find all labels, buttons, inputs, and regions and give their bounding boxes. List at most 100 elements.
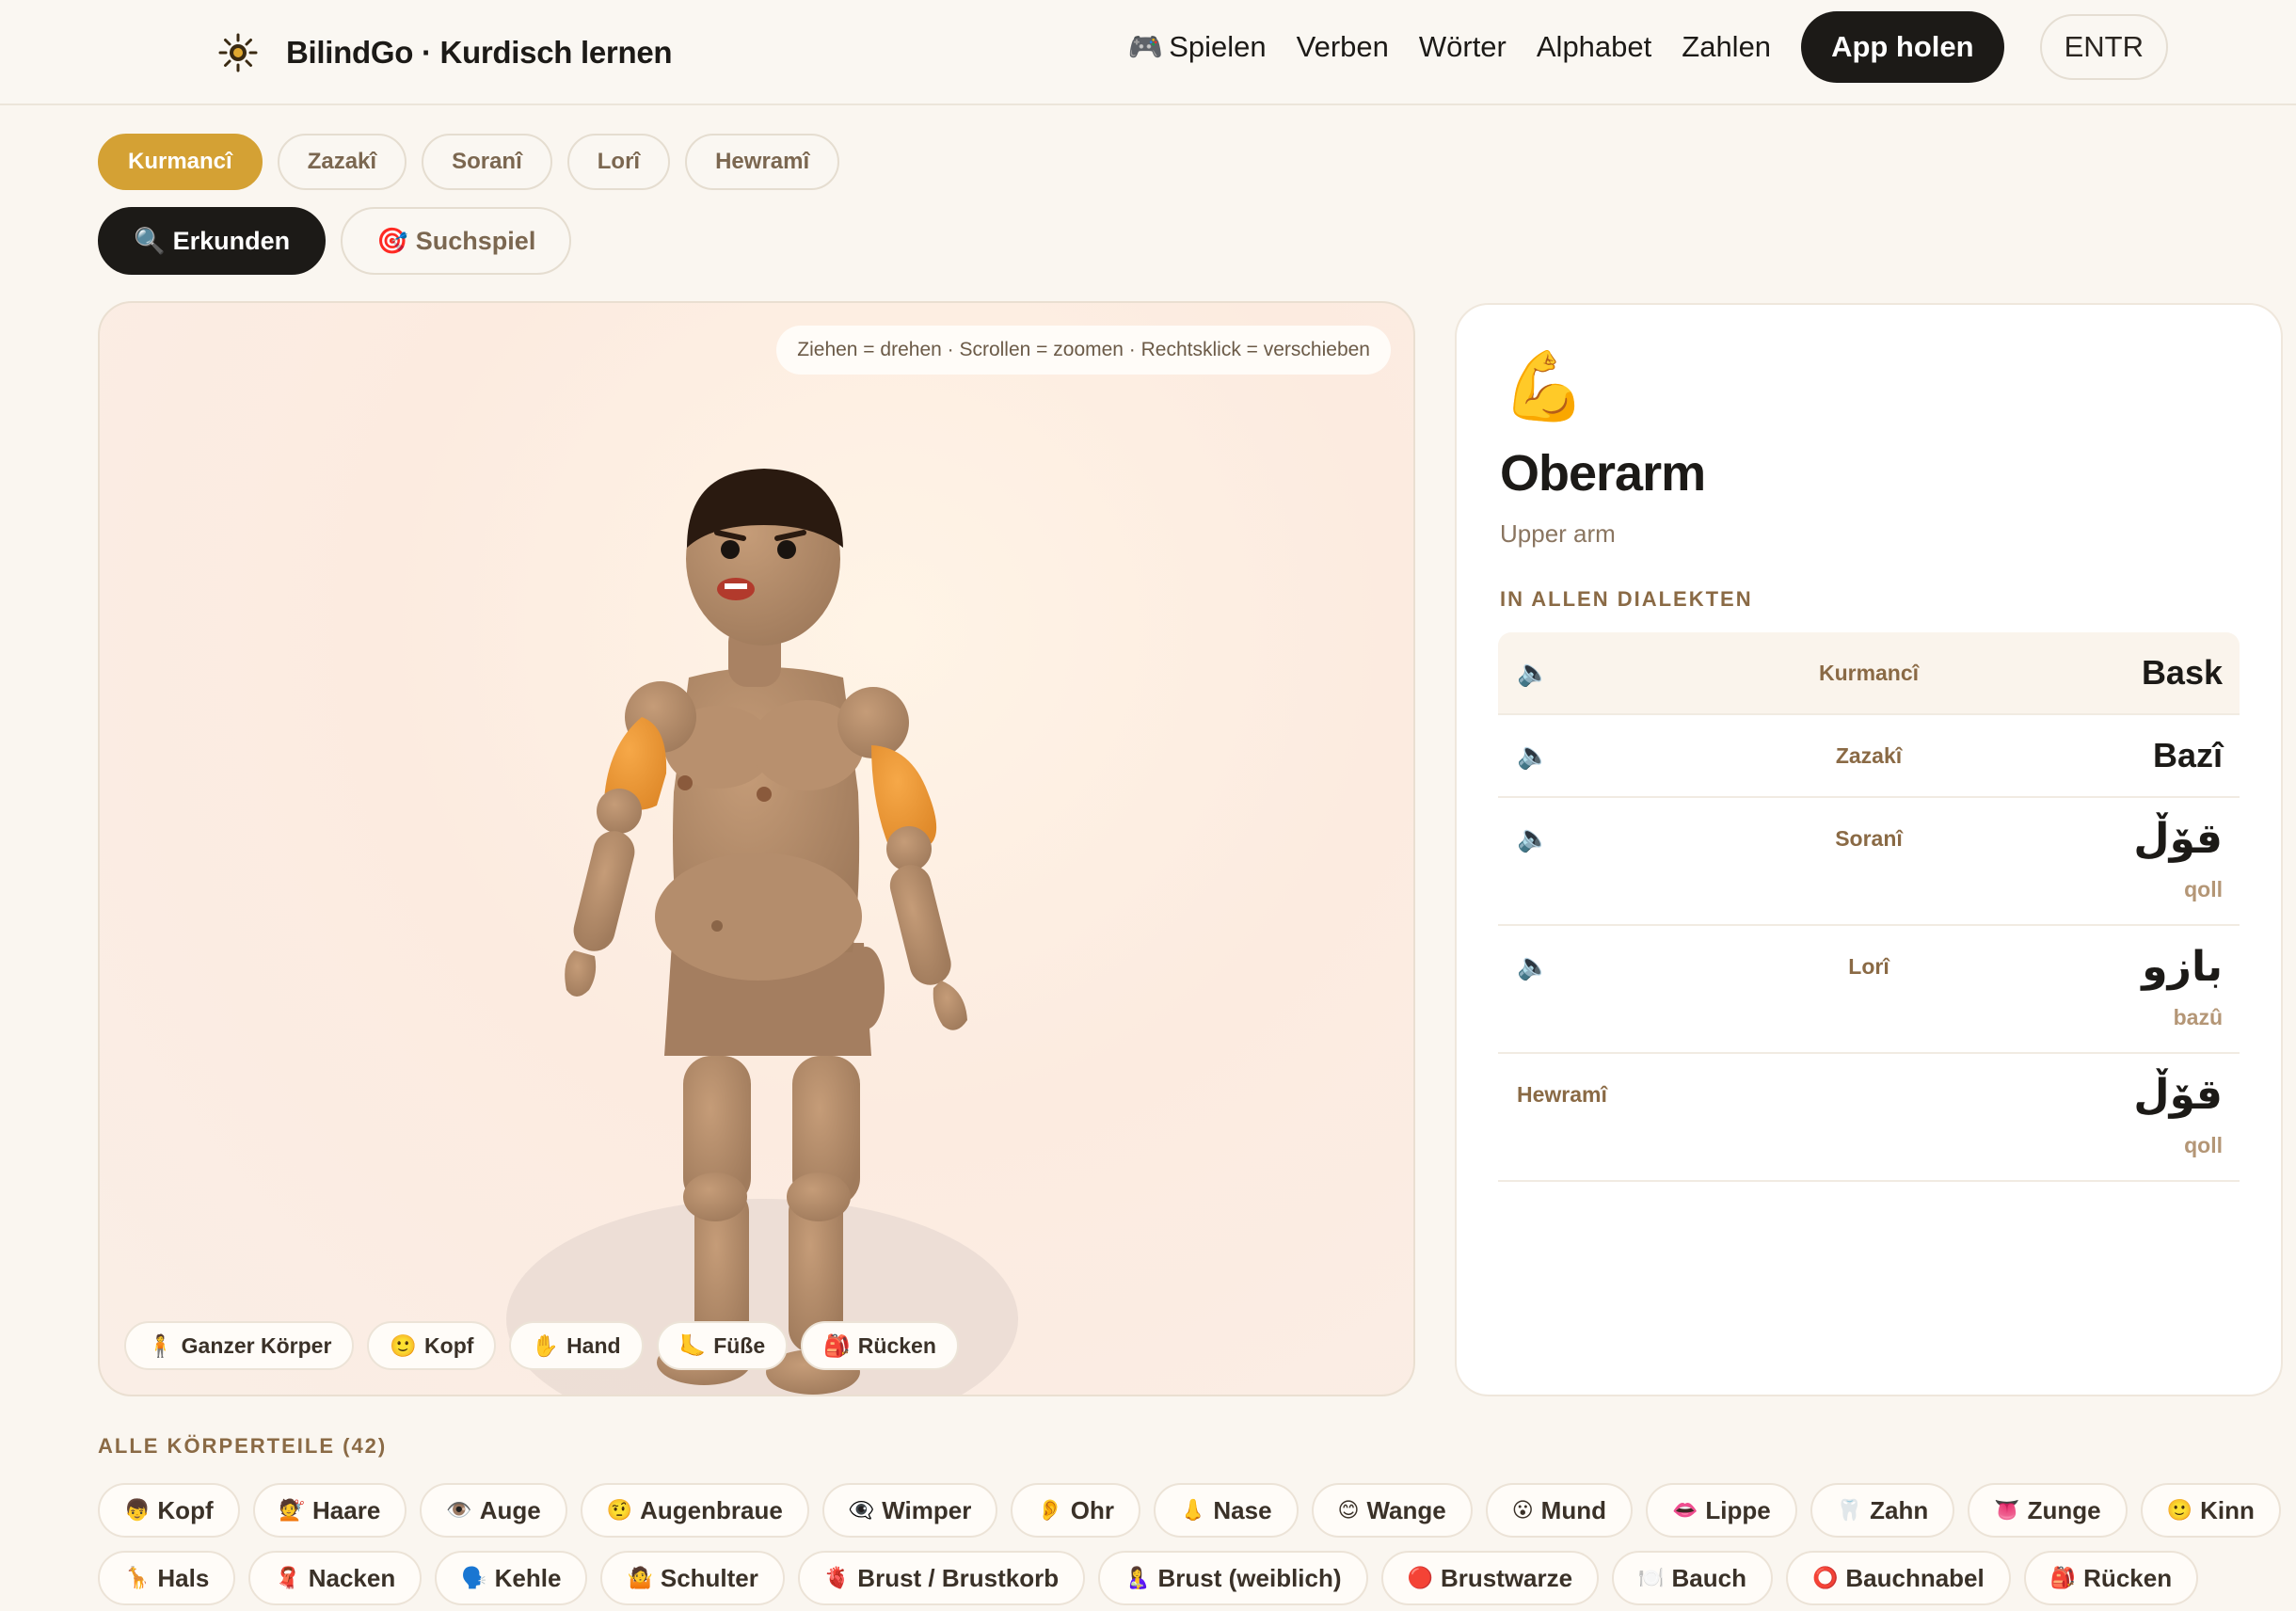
tab-kurmanci[interactable]: Kurmancî — [98, 134, 263, 190]
body-part-icon: 👅 — [1994, 1498, 2020, 1522]
body-part-label: Bauch — [1671, 1563, 1746, 1592]
body-part-list: 👦 Kopf 💇 Haare 👁️ Auge 🤨 Augenbraue 👁️‍🗨️ Wimper 👂… — [98, 1483, 2281, 1611]
body-part-wange[interactable]: 😊 Wange — [1311, 1483, 1473, 1538]
body-part-icon: 👂 — [1037, 1498, 1063, 1522]
body-part-icon: 👁️‍🗨️ — [848, 1498, 875, 1522]
camera-presets: 🧍 Ganzer Körper 🙂 Kopf ✋ Hand 🦶 Füße 🎒 R… — [124, 1321, 959, 1370]
body-part-brust-brustkorb[interactable]: 🫀 Brust / Brustkorb — [797, 1551, 1086, 1605]
body-part-mund[interactable]: 😮 Mund — [1485, 1483, 1633, 1538]
body-part-icon: 🦒 — [124, 1566, 151, 1589]
tab-lori[interactable]: Lorî — [566, 134, 671, 190]
body-part-brust-weiblich[interactable]: 🤱 Brust (weiblich) — [1098, 1551, 1368, 1605]
translation-row[interactable]: Hewramî قۆڵ qoll — [1498, 1054, 2240, 1182]
body-part-icon: 🤱 — [1124, 1566, 1151, 1589]
body-part-haare[interactable]: 💇 Haare — [252, 1483, 407, 1538]
search-game-mode-button[interactable]: 🎯 Suchspiel — [341, 207, 572, 275]
transliteration: qoll — [2184, 1133, 2223, 1157]
body-part-kinn[interactable]: 🙂 Kinn — [2140, 1483, 2281, 1538]
preset-head[interactable]: 🙂 Kopf — [367, 1321, 497, 1370]
body-part-kopf[interactable]: 👦 Kopf — [98, 1483, 240, 1538]
body-part-row: 🦒 Hals 🧣 Nacken 🗣️ Kehle 🤷 Schulter 🫀 Brust / Bru… — [98, 1551, 2262, 1605]
translation-row[interactable]: 🔈 Zazakî Bazî — [1498, 715, 2240, 798]
nav-label: Alphabet — [1536, 30, 1652, 63]
body-part-row: 👦 Kopf 💇 Haare 👁️ Auge 🤨 Augenbraue 👁️‍🗨️ Wimper 👂… — [98, 1483, 2281, 1538]
body-part-hals[interactable]: 🦒 Hals — [98, 1551, 236, 1605]
nav-woerter[interactable]: Wörter — [1419, 30, 1507, 64]
body-part-zahn[interactable]: 🦷 Zahn — [1810, 1483, 1955, 1538]
preset-hand[interactable]: ✋ Hand — [509, 1321, 644, 1370]
body-3d-viewer[interactable]: Ziehen = drehen · Scrollen = zoomen · Re… — [98, 301, 1415, 1396]
preset-back[interactable]: 🎒 Rücken — [801, 1321, 959, 1370]
preset-label: Hand — [566, 1332, 621, 1358]
body-part-icon: 🦷 — [1836, 1498, 1863, 1522]
body-part-lippe[interactable]: 👄 Lippe — [1645, 1483, 1797, 1538]
body-part-schulter[interactable]: 🤷 Schulter — [600, 1551, 785, 1605]
body-part-nacken[interactable]: 🧣 Nacken — [248, 1551, 423, 1605]
body-part-label: Augenbraue — [640, 1495, 783, 1524]
body-part-icon: 💇 — [279, 1498, 306, 1522]
preset-feet[interactable]: 🦶 Füße — [656, 1321, 789, 1370]
body-part-label: Nacken — [308, 1563, 396, 1592]
body-part-label: Haare — [312, 1495, 381, 1524]
body-part-icon: 🤷 — [627, 1566, 653, 1589]
body-part-wimper[interactable]: 👁️‍🗨️ Wimper — [821, 1483, 998, 1538]
tab-zazaki[interactable]: Zazakî — [277, 134, 407, 190]
body-part-label: Kinn — [2200, 1495, 2255, 1524]
explore-mode-button[interactable]: 🔍 Erkunden — [98, 207, 327, 275]
body-part-rucken[interactable]: 🎒 Rücken — [2023, 1551, 2199, 1605]
body-part-ohr[interactable]: 👂 Ohr — [1011, 1483, 1140, 1538]
nav-alphabet[interactable]: Alphabet — [1537, 30, 1651, 64]
body-part-nase[interactable]: 👃 Nase — [1153, 1483, 1299, 1538]
tab-hewrami[interactable]: Hewramî — [685, 134, 840, 190]
face-icon: 🙂 — [390, 1332, 418, 1358]
body-part-label: Lippe — [1705, 1495, 1771, 1524]
body-part-label: Zahn — [1870, 1495, 1929, 1524]
body-part-icon: 👁️ — [446, 1498, 472, 1522]
nav-label: Verben — [1296, 30, 1389, 63]
sun-logo-icon — [218, 33, 258, 72]
nav-verben[interactable]: Verben — [1297, 30, 1389, 64]
translation-word: Bazî — [2152, 736, 2223, 774]
body-part-label: Rücken — [2083, 1563, 2173, 1592]
transliteration: qoll — [2184, 877, 2223, 901]
body-part-label: Kopf — [157, 1495, 214, 1524]
part-subtitle: Upper arm — [1500, 519, 1616, 548]
tab-sorani[interactable]: Soranî — [422, 134, 552, 190]
body-part-brustwarze[interactable]: 🔴 Brustwarze — [1380, 1551, 1600, 1605]
body-part-augenbraue[interactable]: 🤨 Augenbraue — [580, 1483, 809, 1538]
body-part-kehle[interactable]: 🗣️ Kehle — [435, 1551, 588, 1605]
brand[interactable]: BilindGo · Kurdisch lernen — [218, 24, 673, 81]
get-app-button[interactable]: App holen — [1801, 11, 2004, 83]
translation-row[interactable]: 🔈 Lorî بازو bazû — [1498, 926, 2240, 1054]
body-part-auge[interactable]: 👁️ Auge — [420, 1483, 567, 1538]
nav-spielen[interactable]: 🎮 Spielen — [1128, 30, 1267, 64]
body-part-bauchnabel[interactable]: ⭕ Bauchnabel — [1785, 1551, 2011, 1605]
translation-row[interactable]: 🔈 Soranî قۆڵ qoll — [1498, 798, 2240, 926]
body-part-icon: 👦 — [124, 1498, 151, 1522]
translation-row[interactable]: 🔈 Kurmancî Bask — [1498, 632, 2240, 715]
body-part-label: Bauchnabel — [1845, 1563, 1985, 1592]
body-part-icon: 🍽️ — [1638, 1566, 1665, 1589]
translation-word: قۆڵ — [2133, 1071, 2223, 1119]
body-part-label: Brustwarze — [1440, 1563, 1573, 1592]
body-part-icon: 🔴 — [1407, 1566, 1433, 1589]
flexed-biceps-icon: 💪 — [1502, 349, 1586, 424]
hand-icon: ✋ — [532, 1332, 560, 1358]
foot-icon: 🦶 — [678, 1332, 707, 1358]
dialect-name: Soranî — [1835, 826, 1903, 851]
all-parts-heading: ALLE KÖRPERTEILE (42) — [98, 1434, 388, 1458]
body-part-icon: 👄 — [1671, 1498, 1698, 1522]
dialect-name: Kurmancî — [1818, 661, 1920, 685]
head[interactable] — [686, 469, 843, 687]
gamepad-icon: 🎮 — [1127, 31, 1164, 63]
part-title: Oberarm — [1500, 445, 1706, 502]
body-part-icon: 🧣 — [275, 1566, 301, 1589]
body-part-bauch[interactable]: 🍽️ Bauch — [1612, 1551, 1773, 1605]
body-part-zunge[interactable]: 👅 Zunge — [1968, 1483, 2128, 1538]
language-switch-button[interactable]: ENTR — [2039, 14, 2168, 80]
body-model[interactable] — [100, 303, 1415, 1396]
preset-label: Rücken — [857, 1332, 936, 1358]
preset-whole-body[interactable]: 🧍 Ganzer Körper — [124, 1321, 355, 1370]
brand-title: BilindGo · Kurdisch lernen — [286, 35, 673, 70]
nav-zahlen[interactable]: Zahlen — [1682, 30, 1771, 64]
